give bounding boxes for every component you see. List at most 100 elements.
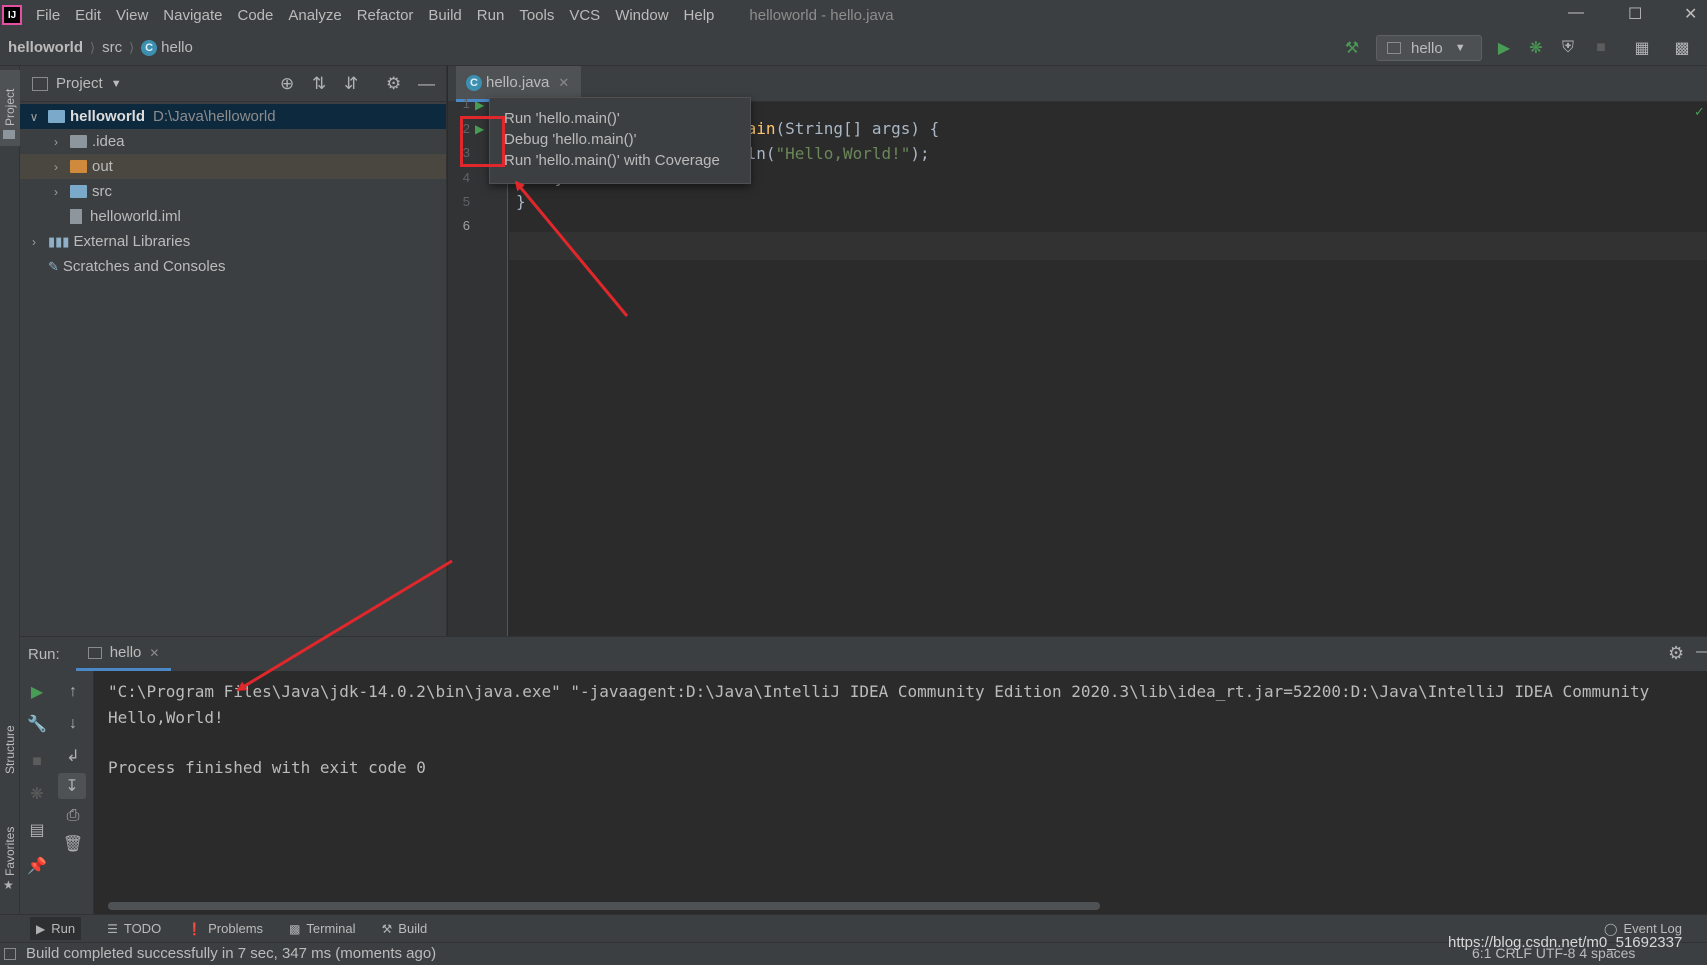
print-icon[interactable]: ⎙ [62, 805, 84, 827]
close-window-icon[interactable]: ✕ [1684, 4, 1697, 24]
arrow-down-icon[interactable]: ↓ [62, 713, 84, 735]
tree-item-out[interactable]: › out [20, 154, 446, 179]
chevron-right-icon[interactable]: › [26, 235, 42, 249]
status-toggle-icon[interactable] [4, 948, 16, 960]
tool-todo-button[interactable]: ☰ TODO [107, 921, 161, 936]
folder-icon [3, 130, 15, 139]
chevron-right-icon[interactable]: › [48, 185, 64, 199]
tool-terminal-button[interactable]: ▩ Terminal [289, 921, 355, 936]
close-tab-icon[interactable]: ✕ [558, 75, 569, 91]
breadcrumb-file[interactable]: hello [161, 39, 193, 56]
build-hammer-icon: ⚒ [381, 921, 393, 936]
popup-run-coverage[interactable]: Run 'hello.main()' with Coverage [490, 150, 750, 171]
scroll-to-end-icon[interactable]: ↧ [58, 773, 86, 799]
soft-wrap-icon[interactable]: ↲ [62, 745, 84, 767]
menu-file[interactable]: File [36, 7, 60, 24]
menu-build[interactable]: Build [428, 7, 461, 24]
debug-bug-icon[interactable]: ❋ [1526, 38, 1546, 58]
chevron-down-icon[interactable]: ∨ [26, 110, 42, 124]
inspection-ok-icon[interactable]: ✓ [1694, 104, 1705, 120]
run-config-icon [87, 646, 102, 659]
menu-vcs[interactable]: VCS [569, 7, 600, 24]
menu-help[interactable]: Help [684, 7, 715, 24]
run-icon: ▶ [36, 921, 46, 936]
tree-item-helloworld[interactable]: ∨ helloworld D:\Java\helloworld [20, 104, 446, 129]
navigation-bar: helloworld ⟩ src ⟩ C hello ⚒ hello ▼ ▶ ❋… [0, 30, 1707, 66]
build-hammer-icon[interactable]: ⚒ [1342, 38, 1362, 58]
coverage-icon[interactable]: ⛨ [1558, 38, 1578, 58]
tool-run-button[interactable]: ▶ Run [30, 917, 82, 940]
java-class-icon: C [466, 74, 482, 91]
menu-analyze[interactable]: Analyze [288, 7, 341, 24]
java-class-icon: C [141, 39, 158, 56]
collapse-all-icon[interactable]: ⇵ [344, 74, 358, 94]
gutter-run-icon[interactable]: ▶ [475, 98, 484, 112]
structure-stripe-button[interactable]: Structure [3, 725, 17, 774]
pin-icon[interactable]: 📌 [26, 855, 48, 877]
chevron-right-icon[interactable]: › [48, 160, 64, 174]
current-line-highlight [509, 232, 1707, 260]
stop-icon[interactable]: ■ [1591, 38, 1611, 58]
run-tool-window: Run: hello ✕ ⚙ — ▶ ↑ 🔧 ↓ ↲ ■ ↧ ❋ ⎙ ▤ 🗑 📌… [20, 636, 1707, 915]
tree-item-src[interactable]: › src [20, 179, 446, 204]
project-view-icon [32, 76, 48, 91]
menu-refactor[interactable]: Refactor [357, 7, 414, 24]
stop-icon[interactable]: ■ [26, 751, 48, 773]
chevron-down-icon[interactable]: ▼ [111, 78, 122, 90]
library-icon: ▮▮▮ [48, 233, 70, 249]
console-line: Process finished with exit code 0 [108, 758, 426, 777]
run-panel-header: Run: hello ✕ ⚙ — [20, 637, 1707, 671]
hide-panel-icon[interactable]: — [418, 74, 435, 94]
hide-panel-icon[interactable]: — [1696, 643, 1707, 661]
minimize-icon[interactable]: — [1568, 4, 1584, 22]
console-output[interactable]: "C:\Program Files\Java\jdk-14.0.2\bin\ja… [108, 679, 1649, 781]
tree-item-iml[interactable]: helloworld.iml [20, 204, 446, 229]
gear-icon[interactable]: ⚙ [1668, 643, 1684, 664]
close-tab-icon[interactable]: ✕ [149, 646, 159, 660]
menu-window[interactable]: Window [615, 7, 668, 24]
breadcrumb-src[interactable]: src [102, 39, 122, 56]
chevron-down-icon: ▼ [1454, 42, 1466, 54]
favorites-stripe-button[interactable]: Favorites [3, 827, 17, 876]
annotation-highlight-box [460, 116, 505, 167]
rerun-icon[interactable]: ▶ [26, 681, 48, 703]
chevron-right-icon[interactable]: › [48, 135, 64, 149]
trash-icon[interactable]: 🗑 [62, 833, 84, 855]
gear-icon[interactable]: ⚙ [386, 74, 401, 94]
menu-edit[interactable]: Edit [75, 7, 101, 24]
terminal-window-icon[interactable]: ▩ [1672, 38, 1692, 58]
folder-icon [70, 135, 87, 148]
project-structure-icon[interactable]: ▦ [1632, 38, 1652, 58]
maximize-icon[interactable]: ☐ [1628, 4, 1642, 24]
horizontal-scrollbar[interactable] [108, 902, 1100, 910]
run-configuration-select[interactable]: hello ▼ [1376, 35, 1482, 61]
project-view-title[interactable]: Project [56, 75, 103, 92]
tree-item-scratches[interactable]: ✎ Scratches and Consoles [20, 254, 446, 279]
run-tab-hello[interactable]: hello ✕ [75, 637, 172, 671]
locate-target-icon[interactable]: ⊕ [280, 74, 294, 94]
run-config-icon [1387, 42, 1401, 54]
tree-item-external-libraries[interactable]: › ▮▮▮ External Libraries [20, 229, 446, 254]
tool-build-button[interactable]: ⚒ Build [382, 921, 428, 936]
console-line: "C:\Program Files\Java\jdk-14.0.2\bin\ja… [108, 682, 1650, 701]
run-icon[interactable]: ▶ [1494, 38, 1514, 58]
expand-all-icon[interactable]: ⇅ [312, 74, 326, 94]
menu-code[interactable]: Code [237, 7, 273, 24]
tool-problems-button[interactable]: ❗ Problems [187, 921, 263, 936]
module-file-icon [70, 209, 82, 224]
breadcrumb-project[interactable]: helloworld [8, 39, 83, 56]
arrow-up-icon[interactable]: ↑ [62, 681, 84, 703]
info-icon: ❗ [187, 921, 203, 936]
tree-item-idea[interactable]: › .idea [20, 129, 446, 154]
layout-icon[interactable]: ▤ [26, 819, 48, 841]
wrench-icon[interactable]: 🔧 [26, 713, 48, 735]
debug-bug-icon[interactable]: ❋ [26, 783, 48, 805]
menu-run[interactable]: Run [477, 7, 505, 24]
popup-run-main[interactable]: Run 'hello.main()' [490, 108, 750, 129]
menu-navigate[interactable]: Navigate [163, 7, 222, 24]
menu-view[interactable]: View [116, 7, 148, 24]
status-message[interactable]: Build completed successfully in 7 sec, 3… [26, 945, 436, 962]
menu-tools[interactable]: Tools [519, 7, 554, 24]
popup-debug-main[interactable]: Debug 'hello.main()' [490, 129, 750, 150]
star-icon: ★ [3, 878, 14, 892]
